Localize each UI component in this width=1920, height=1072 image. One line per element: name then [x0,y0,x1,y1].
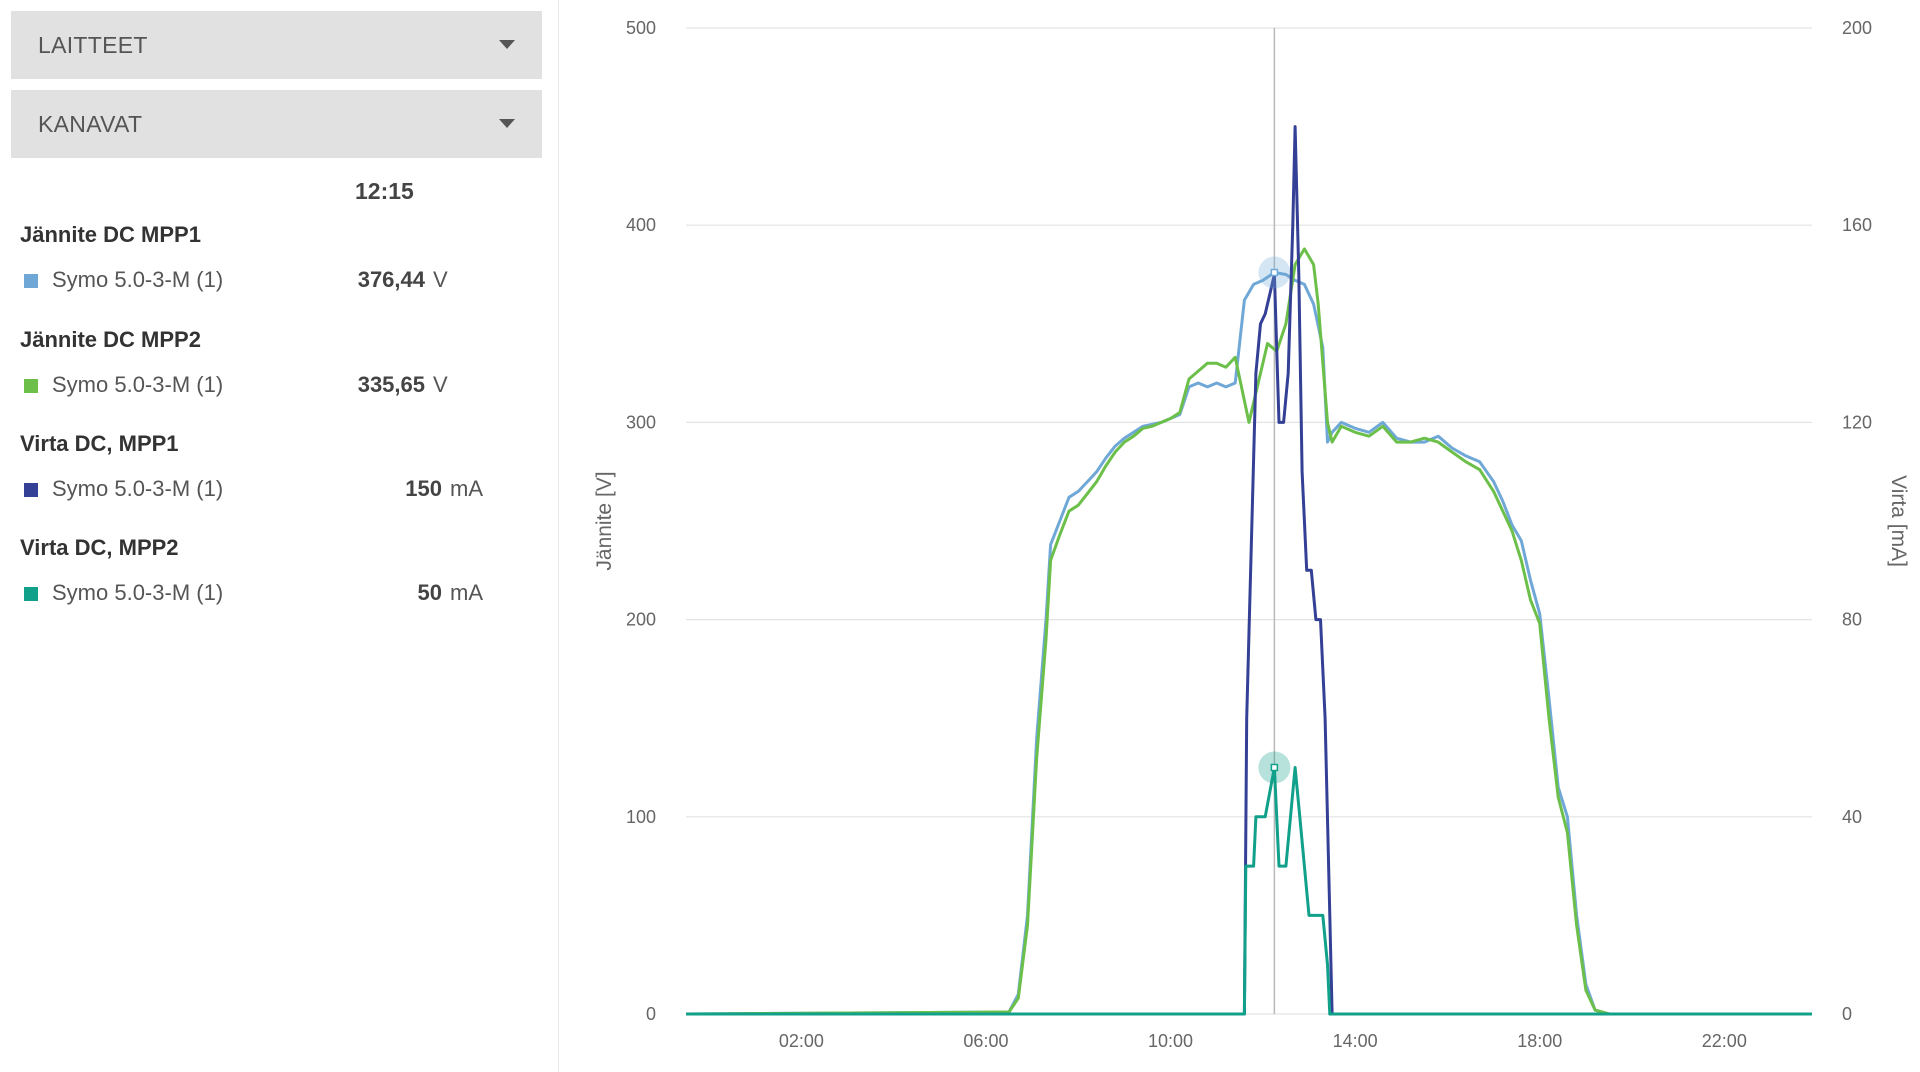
legend-item-unit: V [433,372,448,397]
legend-item-device: Symo 5.0-3-M (1) [52,267,224,292]
x-axis: 02:00 06:00 10:00 14:00 18:00 22:00 [779,1031,1747,1051]
line-chart[interactable]: 0 100 200 300 400 500 0 40 80 120 160 200 02:00 06:… [559,0,1920,1072]
x-tick-label: 18:00 [1517,1031,1562,1051]
series-line-3[interactable] [686,125,1812,1016]
y-tick-label: 100 [626,807,656,827]
x-tick-label: 14:00 [1333,1031,1378,1051]
channel-panel: LAITTEET KANAVAT 12:15 Jännite DC MPP1 S… [0,0,559,1072]
y2-tick-label: 200 [1842,18,1872,38]
legend-item[interactable]: Symo 5.0-3-M (1) 150 mA [20,474,500,504]
series-color-swatch [24,587,38,601]
y-axis-left: 0 100 200 300 400 500 [626,18,656,1024]
y2-tick-label: 80 [1842,610,1862,630]
y-tick-label: 500 [626,18,656,38]
legend-item-value: 376,44 [357,267,425,292]
legend-item-unit: mA [450,580,483,605]
legend-item-value: 50 [417,580,442,605]
legend-item-unit: mA [450,476,483,501]
y2-tick-label: 160 [1842,215,1872,235]
legend-item-value: 150 [405,476,442,501]
series-color-swatch [24,274,38,288]
legend-time: 12:15 [355,178,414,204]
devices-dropdown-label: LAITTEET [38,31,148,58]
legend-group-title: Jännite DC MPP1 [20,222,201,247]
x-tick-label: 10:00 [1148,1031,1193,1051]
x-tick-label: 22:00 [1702,1031,1747,1051]
legend-item[interactable]: Symo 5.0-3-M (1) 335,65 V [20,370,500,400]
legend-item-unit: V [433,267,448,292]
y2-tick-label: 40 [1842,807,1862,827]
cursor-point [1270,763,1279,772]
legend-item[interactable]: Symo 5.0-3-M (1) 50 mA [20,578,500,608]
cursor-point [1270,268,1279,277]
legend-group-title: Jännite DC MPP2 [20,327,201,352]
y-axis-right: 0 40 80 120 160 200 [1842,18,1872,1024]
legend-item-device: Symo 5.0-3-M (1) [52,372,224,397]
legend-group-title: Virta DC, MPP2 [20,535,179,560]
y-axis-title: Jännite [V] [593,471,616,570]
y-tick-label: 400 [626,215,656,235]
y-tick-label: 0 [646,1004,656,1024]
chevron-down-icon [499,119,515,128]
x-tick-label: 02:00 [779,1031,824,1051]
y-tick-label: 300 [626,412,656,432]
legend-group-title: Virta DC, MPP1 [20,431,179,456]
legend-item-device: Symo 5.0-3-M (1) [52,580,224,605]
series-line-4[interactable] [686,766,1812,1016]
y-tick-label: 200 [626,610,656,630]
chevron-down-icon [499,40,515,49]
x-tick-label: 06:00 [963,1031,1008,1051]
legend-item-device: Symo 5.0-3-M (1) [52,476,224,501]
legend-item-value: 335,65 [357,372,425,397]
y2-tick-label: 0 [1842,1004,1852,1024]
legend-item[interactable]: Symo 5.0-3-M (1) 376,44 V [20,265,500,295]
series-color-swatch [24,483,38,497]
y2-tick-label: 120 [1842,412,1872,432]
devices-dropdown[interactable]: LAITTEET [11,11,542,79]
series-color-swatch [24,379,38,393]
y2-axis-title: Virta [mA] [1887,475,1910,567]
channels-dropdown[interactable]: KANAVAT [11,90,542,158]
channels-dropdown-label: KANAVAT [38,110,143,137]
series-layer [685,125,1812,1016]
